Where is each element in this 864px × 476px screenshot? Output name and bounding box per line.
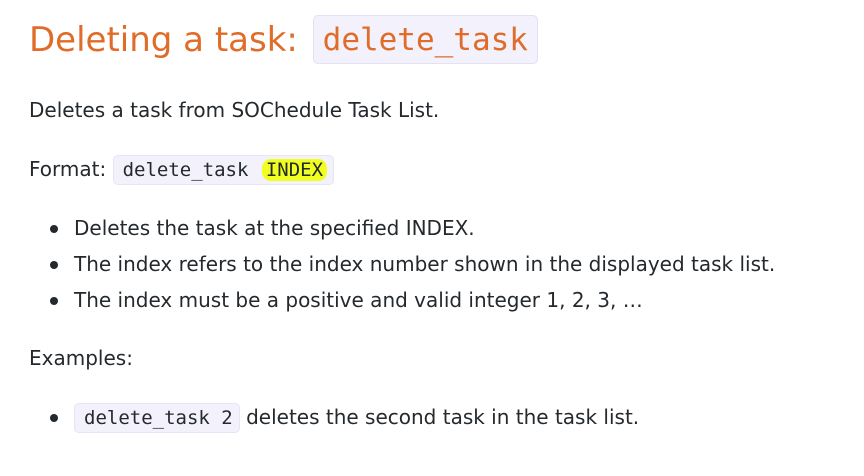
examples-label: Examples: — [29, 346, 133, 370]
note-text: The index refers to the index number sho… — [74, 252, 776, 276]
format-command: delete_task — [122, 159, 260, 181]
notes-list: Deletes the task at the specified INDEX.… — [29, 210, 775, 318]
bullet-icon — [50, 225, 58, 233]
list-item: delete_task 2 deletes the second task in… — [29, 399, 639, 435]
list-item: Deletes the task at the specified INDEX. — [29, 210, 775, 246]
examples-list: delete_task 2 deletes the second task in… — [29, 399, 639, 435]
example-text: deletes the second task in the task list… — [239, 405, 640, 429]
list-item: The index must be a positive and valid i… — [29, 282, 775, 318]
example-code: delete_task 2 — [74, 403, 240, 433]
document-page: Deleting a task: delete_task Deletes a t… — [0, 0, 864, 476]
format-paragraph: Format: delete_task INDEX — [29, 155, 335, 185]
format-code: delete_task INDEX — [112, 155, 335, 185]
bullet-icon — [50, 414, 58, 422]
bullet-icon — [50, 261, 58, 269]
bullet-icon — [50, 297, 58, 305]
format-label: Format: — [29, 157, 113, 181]
note-text: The index must be a positive and valid i… — [74, 288, 643, 312]
note-text: Deletes the task at the specified INDEX. — [74, 216, 475, 240]
description-paragraph: Deletes a task from SOChedule Task List. — [29, 98, 440, 122]
list-item: The index refers to the index number sho… — [29, 246, 775, 282]
section-heading: Deleting a task: delete_task — [29, 14, 538, 66]
format-param-highlight: INDEX — [261, 159, 328, 181]
heading-text: Deleting a task: — [29, 20, 309, 60]
heading-code: delete_task — [312, 15, 538, 64]
